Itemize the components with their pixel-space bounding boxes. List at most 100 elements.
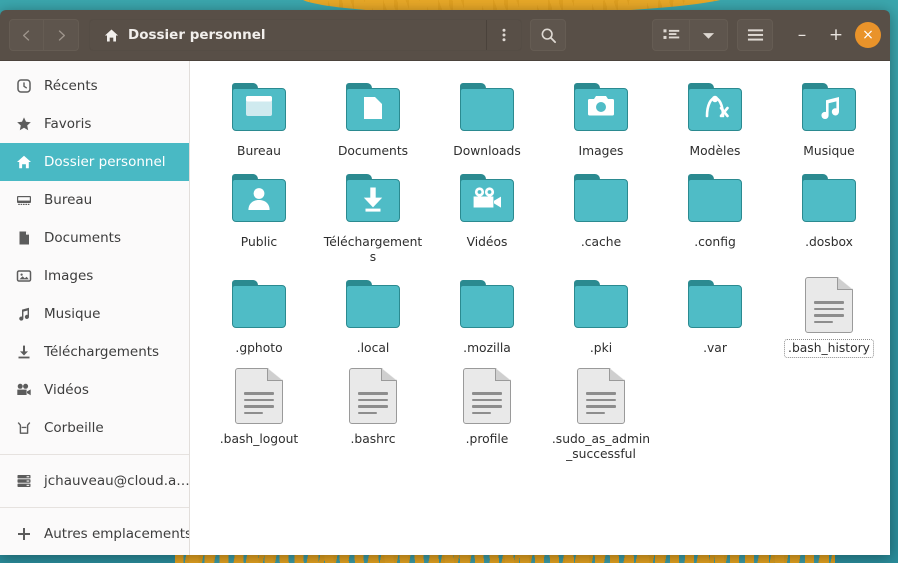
folder-item[interactable]: Modèles [658, 73, 772, 160]
path-overflow-menu-button[interactable] [487, 20, 521, 50]
folder-item[interactable]: .cache [544, 164, 658, 266]
folder-item[interactable]: .pki [544, 270, 658, 357]
folder-item[interactable]: .local [316, 270, 430, 357]
folder-item[interactable]: Images [544, 73, 658, 160]
sidebar-item-label: Corbeille [44, 420, 104, 436]
chevron-down-icon [702, 32, 715, 39]
clock-icon [15, 78, 32, 95]
folder-body [688, 285, 742, 328]
folder-item[interactable]: .dosbox [772, 164, 886, 266]
sidebar-item-images[interactable]: Images [0, 257, 189, 295]
sidebar-item-documents[interactable]: Documents [0, 219, 189, 257]
chevron-right-icon [58, 29, 65, 41]
item-label: .mozilla [463, 341, 511, 355]
folder-icon [458, 170, 516, 228]
plus-icon [15, 526, 32, 543]
sidebar-divider-1 [0, 454, 189, 455]
search-button[interactable] [530, 19, 566, 51]
folder-icon [572, 276, 630, 334]
item-label: .local [356, 341, 390, 355]
folder-item[interactable]: .mozilla [430, 270, 544, 357]
sidebar-item-label: Bureau [44, 192, 93, 208]
file-item[interactable]: .bash_logout [202, 361, 316, 463]
folder-item[interactable]: Musique [772, 73, 886, 160]
maximize-button[interactable]: + [821, 20, 851, 50]
home-icon [104, 29, 119, 41]
header-bar: Dossier personnel – + × [0, 10, 890, 61]
folder-body [460, 88, 514, 131]
folder-item[interactable]: .gphoto [202, 270, 316, 357]
folder-body [688, 179, 742, 222]
folder-item[interactable]: Vidéos [430, 164, 544, 266]
sidebar-item-label: Favoris [44, 116, 92, 132]
home-icon [15, 154, 32, 171]
folder-icon [344, 276, 402, 334]
folder-icon [230, 276, 288, 334]
folder-item[interactable]: Public [202, 164, 316, 266]
forward-button[interactable] [44, 19, 79, 51]
folder-icon [230, 170, 288, 228]
sidebar-item-musique[interactable]: Musique [0, 295, 189, 333]
item-label: .bashrc [350, 432, 396, 446]
folder-item[interactable]: Bureau [202, 73, 316, 160]
folder-icon [344, 170, 402, 228]
folder-icon [572, 79, 630, 137]
sidebar-item-t-l-chargements[interactable]: Téléchargements [0, 333, 189, 371]
minimize-button[interactable]: – [787, 20, 817, 50]
item-label: Public [240, 235, 278, 249]
file-item[interactable]: .profile [430, 361, 544, 463]
file-grid-view[interactable]: Bureau Documents Downloads Images Modèles Mus… [190, 61, 890, 555]
sidebar-item-corbeille[interactable]: Corbeille [0, 409, 189, 447]
download-icon [15, 344, 32, 361]
back-button[interactable] [9, 19, 44, 51]
window-controls: – + × [787, 20, 881, 50]
sidebar-item-favoris[interactable]: Favoris [0, 105, 189, 143]
search-icon [541, 28, 556, 43]
close-button[interactable]: × [855, 22, 881, 48]
file-item[interactable]: .sudo_as_admin_successful [544, 361, 658, 463]
icon-grid: Bureau Documents Downloads Images Modèles Mus… [202, 73, 886, 463]
file-item[interactable]: .bash_history [772, 270, 886, 358]
sidebar-divider-2 [0, 507, 189, 508]
item-label: Images [578, 144, 624, 158]
music-icon [15, 306, 32, 323]
file-text-lines [814, 301, 844, 327]
item-label: .var [703, 341, 727, 355]
view-options-dropdown-button[interactable] [690, 19, 728, 51]
folder-icon [800, 170, 858, 228]
text-file-icon [344, 367, 402, 425]
folder-item[interactable]: Documents [316, 73, 430, 160]
item-label: Documents [337, 144, 409, 158]
sidebar-item-dossier-personnel[interactable]: Dossier personnel [0, 143, 189, 181]
list-view-button[interactable] [652, 19, 690, 51]
path-button-home[interactable]: Dossier personnel [90, 20, 487, 50]
item-label: Bureau [237, 144, 281, 158]
sidebar-item-label: Documents [44, 230, 121, 246]
sidebar-item-bureau[interactable]: Bureau [0, 181, 189, 219]
sidebar-item-label: Dossier personnel [44, 154, 166, 170]
folder-body [460, 285, 514, 328]
main-menu-button[interactable] [737, 19, 773, 51]
server-icon [15, 473, 32, 490]
sidebar-item-vid-os[interactable]: Vidéos [0, 371, 189, 409]
sidebar-item-r-cents[interactable]: Récents [0, 67, 189, 105]
sidebar-item-label: Vidéos [44, 382, 89, 398]
folder-body [232, 285, 286, 328]
item-label: .dosbox [805, 235, 853, 249]
item-label: Vidéos [466, 235, 508, 249]
folder-item[interactable]: .config [658, 164, 772, 266]
folder-icon [344, 79, 402, 137]
folder-item[interactable]: Downloads [430, 73, 544, 160]
sidebar-item-mount[interactable]: jchauveau@cloud.a… [0, 462, 189, 500]
folder-icon [686, 170, 744, 228]
file-item[interactable]: .bashrc [316, 361, 430, 463]
view-mode-button-group [652, 19, 728, 51]
path-label: Dossier personnel [128, 27, 266, 43]
window-body: Récents Favoris Dossier personnel Bureau Doc… [0, 61, 890, 555]
sidebar-item-other-locations[interactable]: Autres emplacements [0, 515, 189, 553]
folder-item[interactable]: Téléchargements [316, 164, 430, 266]
text-file-icon [230, 367, 288, 425]
folder-icon [686, 276, 744, 334]
folder-body [574, 179, 628, 222]
folder-item[interactable]: .var [658, 270, 772, 357]
